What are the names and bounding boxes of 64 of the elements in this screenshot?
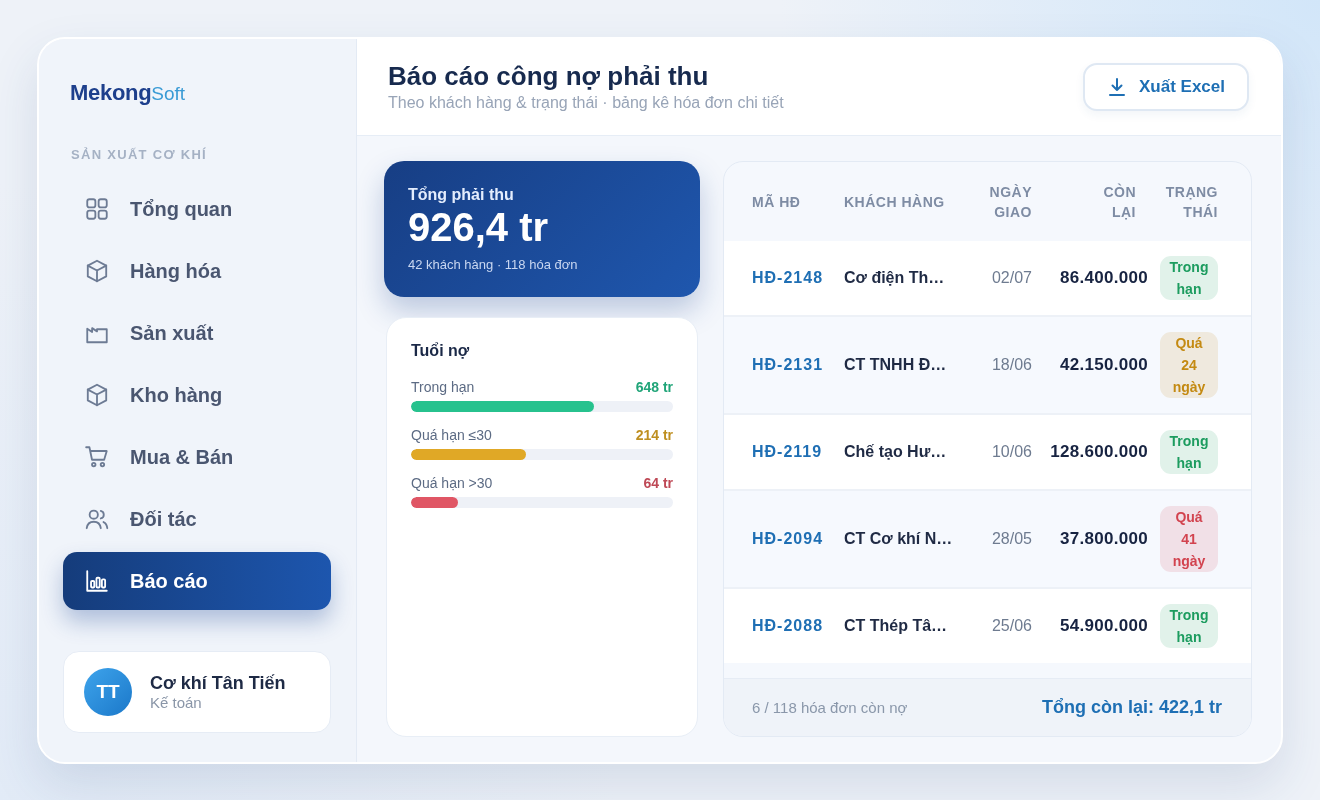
- logo: MekongSoft: [70, 80, 186, 106]
- aging-label: Quá hạn ≤30: [411, 426, 492, 444]
- date-cell: 25/06: [991, 617, 1032, 635]
- nav-item[interactable]: Sản xuất: [63, 304, 331, 362]
- nav-item[interactable]: Mua & Bán: [63, 428, 331, 486]
- customer-cell: CT Thép Tâ…: [844, 617, 948, 635]
- cube-icon: [84, 382, 110, 408]
- page-subtitle: Theo khách hàng & trạng thái · bảng kê hóa đơn chi tiết: [388, 93, 784, 113]
- page-title: Báo cáo công nợ phải thu: [388, 61, 709, 91]
- amount-cell: 54.900.000: [1059, 616, 1148, 636]
- amount-cell: 128.600.000: [1050, 442, 1148, 462]
- cart-icon: [84, 444, 110, 470]
- status-badge: Trong hạn: [1160, 256, 1218, 300]
- column-header: MÃ HĐ: [752, 192, 802, 212]
- amount-cell: 37.800.000: [1059, 529, 1148, 549]
- user-card[interactable]: TT Cơ khí Tân Tiến Kế toán: [63, 651, 331, 733]
- aging-value: 648 tr: [635, 378, 673, 396]
- column-header: CÒN LẠI: [1102, 182, 1136, 222]
- avatar: TT: [84, 668, 132, 716]
- amount-cell: 42.150.000: [1059, 355, 1148, 375]
- download-icon: [1107, 77, 1127, 97]
- bar-chart-icon: [84, 568, 110, 594]
- aging-value: 214 tr: [635, 426, 673, 444]
- nav-item[interactable]: Báo cáo: [63, 552, 331, 610]
- nav-item[interactable]: Đối tác: [63, 490, 331, 548]
- customer-cell: Chế tạo Hư…: [844, 443, 947, 461]
- export-button[interactable]: Xuất Excel: [1083, 63, 1249, 111]
- invoice-count: 6 / 118 hóa đơn còn nợ: [752, 699, 908, 716]
- summary-detail: 42 khách hàng · 118 hóa đơn: [408, 257, 578, 273]
- user-name: Cơ khí Tân Tiến: [150, 672, 286, 694]
- grid-icon: [84, 196, 110, 222]
- status-badge: Quá 41 ngày: [1160, 506, 1218, 572]
- status-badge: Trong hạn: [1160, 604, 1218, 648]
- status-badge: Quá 24 ngày: [1160, 332, 1218, 398]
- invoice-link[interactable]: HĐ-2094: [752, 530, 824, 548]
- nav-item[interactable]: Kho hàng: [63, 366, 331, 424]
- remaining-total: Tổng còn lại: 422,1 tr: [1041, 697, 1222, 718]
- column-header: KHÁCH HÀNG: [844, 192, 946, 212]
- column-header: TRẠNG THÁI: [1164, 182, 1218, 222]
- invoice-link[interactable]: HĐ-2088: [752, 617, 824, 635]
- invoice-link[interactable]: HĐ-2131: [752, 356, 824, 374]
- summary-label: Tổng phải thu: [408, 186, 514, 204]
- date-cell: 02/07: [991, 269, 1032, 287]
- nav-item[interactable]: Hàng hóa: [63, 242, 331, 300]
- invoice-link[interactable]: HĐ-2148: [752, 269, 824, 287]
- section-label: SẢN XUẤT CƠ KHÍ: [71, 147, 208, 163]
- summary-value: 926,4 tr: [408, 204, 549, 250]
- aging-label: Quá hạn >30: [411, 474, 493, 492]
- cube-icon: [84, 258, 110, 284]
- customer-cell: CT Cơ khí N…: [844, 530, 953, 548]
- column-header: NGÀY GIAO: [988, 182, 1032, 222]
- status-badge: Trong hạn: [1160, 430, 1218, 474]
- invoice-link[interactable]: HĐ-2119: [752, 443, 823, 461]
- date-cell: 18/06: [991, 356, 1032, 374]
- customer-cell: Cơ điện Th…: [844, 269, 945, 287]
- customer-cell: CT TNHH Đ…: [844, 356, 947, 374]
- aging-title: Tuổi nợ: [411, 341, 471, 361]
- aging-label: Trong hạn: [411, 378, 475, 396]
- date-cell: 10/06: [991, 443, 1032, 461]
- date-cell: 28/05: [991, 530, 1032, 548]
- user-role: Kế toán: [150, 694, 202, 712]
- amount-cell: 86.400.000: [1059, 268, 1148, 288]
- aging-value: 64 tr: [643, 474, 673, 492]
- nav-item[interactable]: Tổng quan: [63, 180, 331, 238]
